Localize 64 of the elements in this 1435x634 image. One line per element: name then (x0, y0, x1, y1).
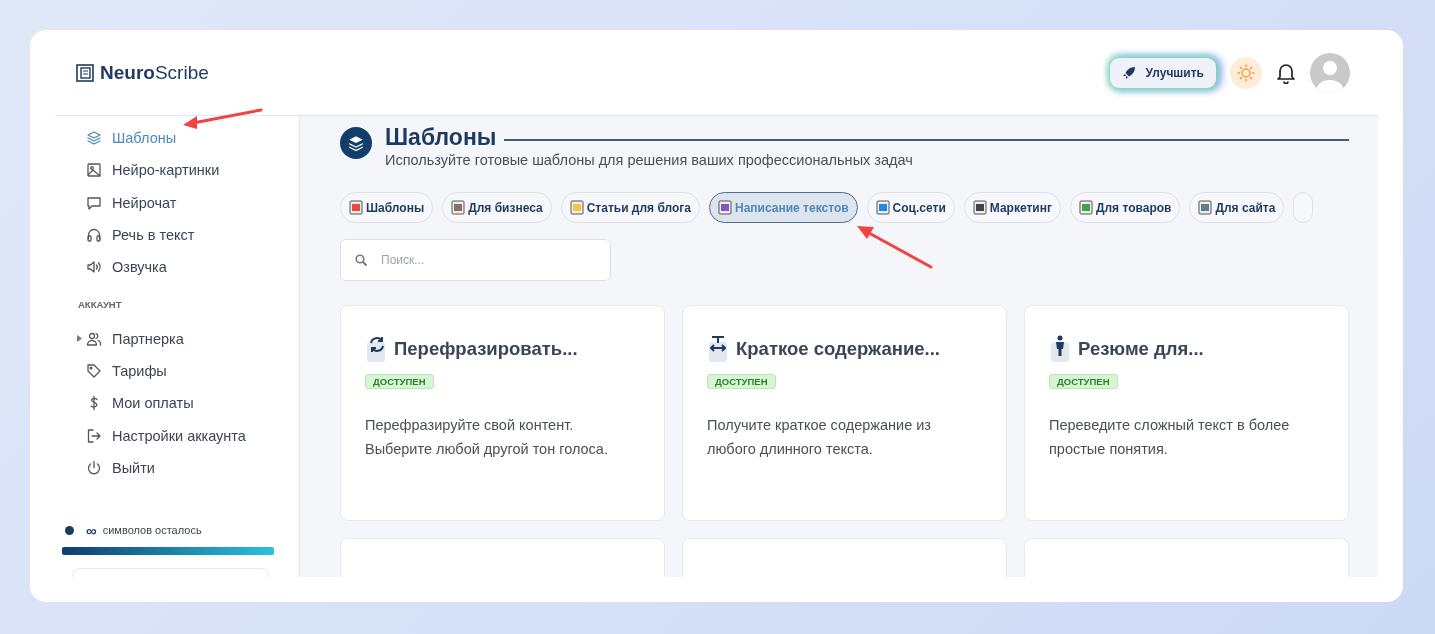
chat-icon (86, 194, 102, 211)
template-card[interactable]: Перефразировать... ДОСТУПЕН Перефразируйте свой контент. Выберите любой другой тон голоса. (340, 305, 665, 521)
card-description: Получите краткое содержание из любого длинного текста. (707, 416, 933, 459)
template-card[interactable]: Краткое содержание... ДОСТУПЕН Получите краткое содержание из любого длинного текста. (682, 305, 1007, 521)
image-icon (86, 162, 102, 179)
category-chip[interactable]: Статьи для блога (560, 192, 700, 223)
sidebar-item[interactable]: Настройки аккаунта (55, 419, 299, 452)
status-dot (65, 525, 74, 535)
brand-name[interactable]: NeuroScribe (100, 61, 209, 84)
sun-icon (1237, 63, 1255, 82)
search-icon (355, 254, 367, 266)
document-icon (972, 200, 987, 215)
sidebar-item[interactable]: Нейрочат (55, 186, 299, 219)
sidebar-item[interactable]: Партнерка (55, 322, 299, 355)
exit-icon (86, 427, 102, 444)
document-icon (451, 200, 466, 215)
theme-toggle-button[interactable] (1230, 56, 1262, 89)
category-chip[interactable] (1293, 192, 1314, 223)
power-icon (86, 459, 102, 476)
category-chip[interactable]: Для бизнеса (442, 192, 552, 223)
card-title: Краткое содержание... (736, 338, 940, 360)
users-icon (86, 330, 102, 347)
document-icon (1078, 200, 1093, 215)
headphones-icon (86, 227, 102, 244)
upgrade-button[interactable]: Улучшить (1109, 57, 1216, 88)
caret-icon[interactable] (77, 335, 82, 343)
sidebar-item[interactable]: Шаблоны (55, 122, 299, 155)
infinity-symbol: ∞ (86, 522, 97, 538)
document-icon (569, 200, 584, 215)
document-icon (1198, 200, 1213, 215)
page-subtitle: Используйте готовые шаблоны для решения ваших профессиональных задач (385, 152, 914, 168)
sidebar-item[interactable]: Речь в текст (55, 218, 299, 252)
availability-badge: ДОСТУПЕН (365, 374, 434, 389)
notification-bell-icon[interactable] (1276, 61, 1296, 84)
sidebar-item[interactable]: Выйти (55, 451, 299, 484)
layers-icon (86, 130, 102, 147)
category-chip[interactable]: Для сайта (1189, 192, 1285, 223)
sidebar-item[interactable]: Тарифы (55, 354, 299, 388)
rocket-icon (1121, 65, 1136, 80)
sidebar-item[interactable]: Нейро-картинки (55, 154, 299, 187)
card-description: Переведите сложный текст в более простые понятия. (1049, 416, 1291, 459)
template-card[interactable]: Резюме для... ДОСТУПЕН Переведите сложный текст в более простые понятия. (1024, 305, 1349, 521)
section-label: АККАУНТ (77, 298, 123, 313)
page-title: Шаблоны (385, 124, 497, 151)
document-icon (875, 200, 890, 215)
card-title: Резюме для... (1078, 338, 1204, 360)
document-icon (349, 200, 363, 215)
avatar-silhouette[interactable] (1310, 52, 1350, 93)
category-chip[interactable]: Маркетинг (963, 192, 1061, 223)
tag-icon (86, 362, 102, 379)
sidebar-item[interactable]: Мои оплаты (55, 387, 299, 420)
category-chip[interactable]: Шаблоны (340, 192, 434, 223)
category-chip[interactable]: Соц.сети (866, 192, 955, 223)
layers-icon (340, 127, 372, 159)
availability-badge: ДОСТУПЕН (707, 374, 776, 389)
category-chip[interactable]: Для товаров (1069, 192, 1181, 223)
logo-icon (76, 63, 94, 82)
sidebar-item[interactable]: Озвучка (55, 251, 299, 284)
availability-badge: ДОСТУПЕН (1049, 374, 1118, 389)
card-title: Перефразировать... (394, 338, 578, 360)
document-icon (718, 200, 732, 215)
search-field[interactable]: Поиск... (340, 239, 611, 281)
card-description: Перефразируйте свой контент. Выберите любой другой тон голоса. (365, 416, 609, 459)
quota-label: символов осталось (102, 524, 202, 537)
